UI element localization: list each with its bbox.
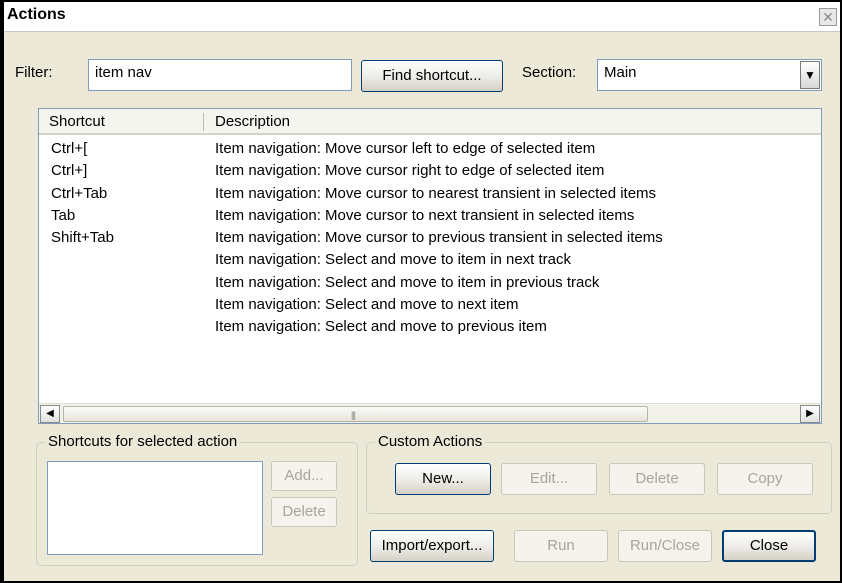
row-shortcut: Ctrl+] bbox=[51, 162, 88, 180]
actions-window: Actions ✕ Filter: item nav Find shortcut… bbox=[0, 0, 842, 583]
list-row[interactable]: Ctrl+[ Item navigation: Move cursor left … bbox=[39, 140, 821, 162]
run-close-button[interactable]: Run/Close bbox=[618, 530, 712, 562]
window-title: Actions bbox=[7, 6, 66, 23]
list-row[interactable]: Tab Item navigation: Move cursor to next … bbox=[39, 207, 821, 229]
column-header-shortcut[interactable]: Shortcut bbox=[49, 113, 105, 130]
row-description: Item navigation: Select and move to item… bbox=[215, 251, 572, 269]
delete-action-button[interactable]: Delete bbox=[609, 463, 705, 495]
list-row[interactable]: Ctrl+Tab Item navigation: Move cursor to … bbox=[39, 185, 821, 207]
row-shortcut: Tab bbox=[51, 206, 76, 224]
grip-icon: ||| bbox=[351, 410, 356, 420]
list-row[interactable]: Item navigation: Select and move to prev… bbox=[39, 318, 821, 340]
list-row[interactable]: Item navigation: Select and move to next… bbox=[39, 296, 821, 318]
delete-shortcut-button[interactable]: Delete bbox=[271, 497, 337, 527]
row-description: Item navigation: Select and move to item… bbox=[215, 273, 600, 291]
import-export-button[interactable]: Import/export... bbox=[370, 530, 494, 562]
column-header-description[interactable]: Description bbox=[215, 113, 290, 130]
row-description: Item navigation: Move cursor to nearest … bbox=[215, 184, 657, 202]
copy-action-button[interactable]: Copy bbox=[717, 463, 813, 495]
row-description: Item navigation: Move cursor right to ed… bbox=[215, 162, 605, 180]
row-description: Item navigation: Select and move to next… bbox=[215, 296, 519, 314]
row-shortcut: Ctrl+Tab bbox=[51, 184, 108, 202]
filter-label: Filter: bbox=[15, 64, 53, 81]
row-description: Item navigation: Move cursor to previous… bbox=[215, 229, 663, 247]
shortcuts-group: Shortcuts for selected action Add... Del… bbox=[36, 433, 358, 566]
section-label: Section: bbox=[522, 64, 577, 81]
row-description: Item navigation: Select and move to prev… bbox=[215, 318, 547, 336]
list-row[interactable]: Item navigation: Select and move to item… bbox=[39, 274, 821, 296]
list-row[interactable]: Shift+Tab Item navigation: Move cursor to… bbox=[39, 229, 821, 251]
shortcuts-list[interactable] bbox=[47, 461, 263, 555]
custom-actions-group-title: Custom Actions bbox=[375, 433, 486, 450]
filter-input[interactable]: item nav bbox=[88, 59, 352, 91]
close-button[interactable]: Close bbox=[722, 530, 816, 562]
title-bar: Actions ✕ bbox=[4, 2, 840, 32]
shortcuts-group-title: Shortcuts for selected action bbox=[45, 433, 241, 450]
run-button[interactable]: Run bbox=[514, 530, 608, 562]
add-shortcut-button[interactable]: Add... bbox=[271, 461, 337, 491]
custom-actions-group: Custom Actions New... Edit... Delete Cop… bbox=[366, 433, 832, 514]
list-row[interactable]: Item navigation: Select and move to item… bbox=[39, 251, 821, 273]
section-value: Main bbox=[604, 64, 637, 81]
arrow-left-icon[interactable]: ◀ bbox=[40, 405, 60, 423]
list-rows: Ctrl+[ Item navigation: Move cursor left … bbox=[39, 140, 821, 341]
row-shortcut: Ctrl+[ bbox=[51, 140, 88, 157]
horizontal-scrollbar[interactable]: ◀ ||| ▶ bbox=[39, 403, 821, 423]
chevron-down-icon[interactable]: ▼ bbox=[800, 61, 820, 89]
column-divider[interactable] bbox=[203, 113, 204, 131]
row-description: Item navigation: Move cursor to next tra… bbox=[215, 206, 635, 224]
list-header: Shortcut Description bbox=[39, 109, 821, 135]
close-icon[interactable]: ✕ bbox=[819, 8, 837, 26]
row-shortcut: Shift+Tab bbox=[51, 229, 114, 247]
scrollbar-thumb[interactable]: ||| bbox=[63, 406, 648, 422]
new-action-button[interactable]: New... bbox=[395, 463, 491, 495]
arrow-right-icon[interactable]: ▶ bbox=[800, 405, 820, 423]
section-select[interactable]: Main ▼ bbox=[597, 59, 822, 91]
list-row[interactable]: Ctrl+] Item navigation: Move cursor right… bbox=[39, 162, 821, 184]
find-shortcut-button[interactable]: Find shortcut... bbox=[361, 60, 503, 92]
row-description: Item navigation: Move cursor left to edg… bbox=[215, 140, 596, 157]
actions-list[interactable]: Shortcut Description Ctrl+[ Item navigati… bbox=[38, 108, 822, 424]
edit-action-button[interactable]: Edit... bbox=[501, 463, 597, 495]
